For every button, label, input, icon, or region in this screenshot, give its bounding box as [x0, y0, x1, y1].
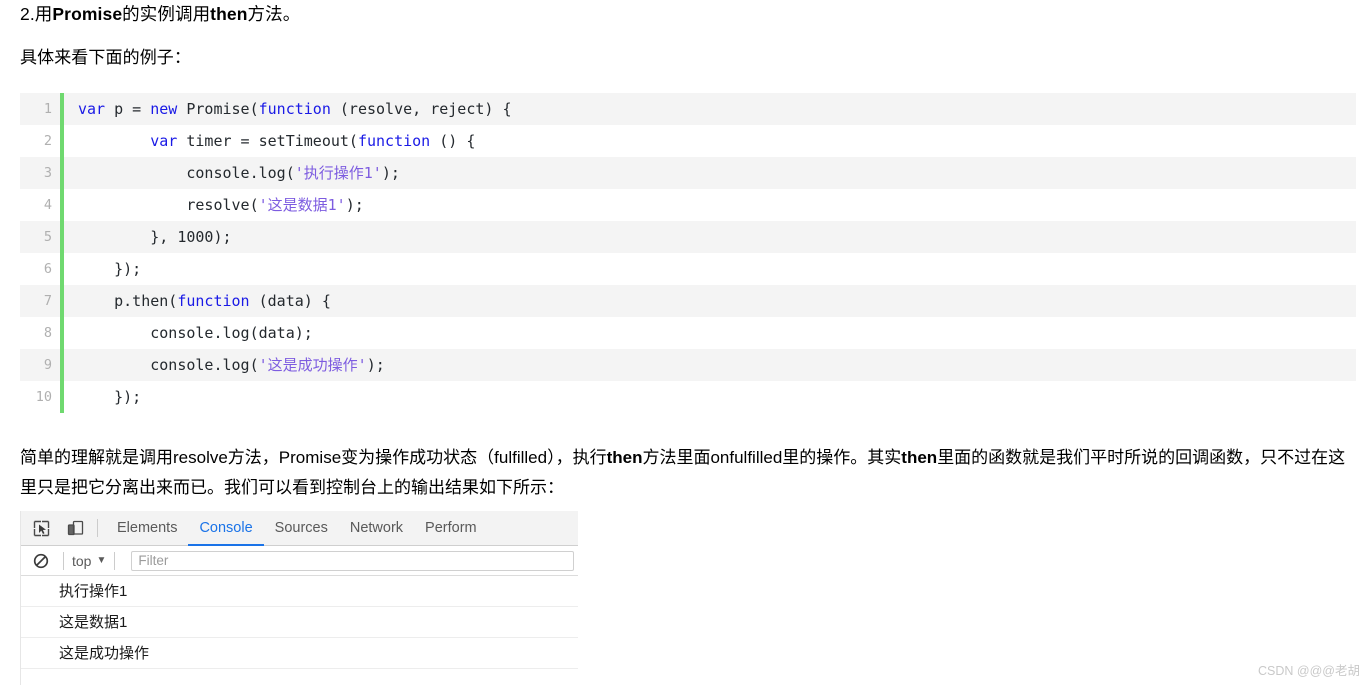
device-toolbar-icon-svg — [67, 520, 83, 535]
console-message: 执行操作1 — [21, 576, 578, 607]
code-line: 8 console.log(data); — [20, 317, 1356, 349]
code-line-number: 10 — [35, 389, 52, 405]
console-filter-placeholder: Filter — [138, 552, 169, 568]
code-token-plain: resolve( — [78, 196, 259, 214]
toolbar-divider — [97, 519, 98, 537]
devtools-tab-network[interactable]: Network — [339, 511, 414, 546]
clear-console-icon-svg — [33, 553, 49, 568]
code-line-number: 2 — [43, 133, 52, 149]
devtools-tab-sources[interactable]: Sources — [264, 511, 339, 546]
code-line: 2 var timer = setTimeout(function () { — [20, 125, 1356, 157]
page-heading: 2.用Promise的实例调用then方法。 — [20, 1, 300, 27]
heading-bold-then: then — [210, 4, 248, 24]
inspect-element-icon[interactable] — [27, 514, 55, 542]
code-line-number: 9 — [43, 357, 52, 373]
device-toolbar-icon[interactable] — [61, 514, 89, 542]
code-line-source: var p = new Promise(function (resolve, r… — [64, 93, 1356, 125]
code-token-plain: (resolve, reject) { — [330, 100, 512, 118]
code-block: 1 var p = new Promise(function (resolve, … — [20, 93, 1356, 413]
devtools-tabs: Elements Console Sources Network Perform — [106, 511, 488, 546]
code-line: 6 }); — [20, 253, 1356, 285]
code-token-str: '这是成功操作' — [258, 356, 367, 374]
devtools-tab-perform[interactable]: Perform — [414, 511, 488, 546]
paragraph-bold-then-1: then — [606, 448, 643, 467]
code-token-plain: console.log(data); — [78, 324, 313, 342]
code-line: 3 console.log('执行操作1'); — [20, 157, 1356, 189]
code-token-str: '这是数据1' — [258, 196, 346, 214]
code-line-source: }, 1000); — [64, 221, 1356, 253]
code-line-number: 6 — [43, 261, 52, 277]
heading-prefix: 2.用 — [20, 4, 53, 24]
code-line: 5 }, 1000); — [20, 221, 1356, 253]
code-line-number: 8 — [43, 325, 52, 341]
code-token-kw: new — [150, 100, 178, 118]
console-message: 这是数据1 — [21, 607, 578, 638]
code-token-plain: p.then( — [78, 292, 178, 310]
code-line-source: console.log(data); — [64, 317, 1356, 349]
code-line: 9 console.log('这是成功操作'); — [20, 349, 1356, 381]
paragraph-bold-then-2: then — [901, 448, 938, 467]
code-line: 4 resolve('这是数据1'); — [20, 189, 1356, 221]
code-token-plain: }, 1000); — [78, 228, 232, 246]
code-token-plain: timer = setTimeout( — [177, 132, 358, 150]
code-line-number: 1 — [43, 101, 52, 117]
code-line: 7 p.then(function (data) { — [20, 285, 1356, 317]
console-message-list: 执行操作1 这是数据1 这是成功操作 — [21, 576, 578, 669]
explanation-paragraph: 简单的理解就是调用resolve方法，Promise变为操作成功状态（fulfi… — [20, 443, 1360, 503]
code-token-plain: Promise( — [177, 100, 259, 118]
code-line-source: console.log('执行操作1'); — [64, 157, 1356, 189]
code-token-kw: var — [78, 100, 106, 118]
code-line-number: 7 — [43, 293, 52, 309]
paragraph-part-2: 方法里面onfulfilled里的操作。其实 — [642, 448, 902, 467]
inspect-element-icon-svg — [33, 520, 49, 536]
heading-mid: 的实例调用 — [122, 4, 211, 24]
clear-console-icon[interactable] — [27, 547, 55, 575]
code-token-plain: ); — [345, 196, 364, 214]
code-token-plain: p = — [105, 100, 151, 118]
code-line-number: 4 — [43, 197, 52, 213]
chevron-down-icon: ▼ — [96, 555, 107, 566]
devtools-tab-console[interactable]: Console — [188, 511, 264, 546]
code-token-plain: console.log( — [78, 356, 259, 374]
devtools-panel: Elements Console Sources Network Perform top… — [20, 511, 578, 685]
code-token-plain: }); — [78, 388, 142, 406]
code-line-source: p.then(function (data) { — [64, 285, 1356, 317]
devtools-tab-bar: Elements Console Sources Network Perform — [21, 511, 578, 546]
code-line-source: resolve('这是数据1'); — [64, 189, 1356, 221]
console-context-selector[interactable]: top ▼ — [72, 553, 106, 569]
code-line-source: var timer = setTimeout(function () { — [64, 125, 1356, 157]
code-line-number: 3 — [43, 165, 52, 181]
code-token-plain: (data) { — [249, 292, 331, 310]
subheading: 具体来看下面的例子： — [20, 48, 191, 67]
code-line: 1 var p = new Promise(function (resolve, … — [20, 93, 1356, 125]
code-line-source: console.log('这是成功操作'); — [64, 349, 1356, 381]
console-message: 这是成功操作 — [21, 638, 578, 669]
devtools-filter-bar: top ▼ Filter — [21, 546, 578, 576]
heading-bold-promise: Promise — [52, 4, 123, 24]
filter-divider-right — [114, 551, 116, 570]
code-line-source: }); — [64, 253, 1356, 285]
code-token-plain: () { — [430, 132, 476, 150]
code-token-kw: function — [357, 132, 431, 150]
watermark: CSDN @@@老胡 — [1258, 664, 1360, 678]
code-line: 10 }); — [20, 381, 1356, 413]
heading-suffix: 方法。 — [247, 4, 301, 24]
code-line-source: }); — [64, 381, 1356, 413]
paragraph-part-1: 简单的理解就是调用resolve方法，Promise变为操作成功状态（fulfi… — [20, 448, 607, 467]
console-filter-input[interactable]: Filter — [131, 550, 574, 571]
code-token-plain: ); — [381, 164, 400, 182]
code-token-plain: }); — [78, 260, 142, 278]
code-token-plain: console.log( — [78, 164, 295, 182]
devtools-tab-elements[interactable]: Elements — [106, 511, 188, 546]
code-token-plain: ); — [366, 356, 385, 374]
code-token-kw: function — [177, 292, 250, 310]
console-context-label: top — [72, 552, 92, 569]
code-token-kw: function — [258, 100, 331, 118]
code-token-kw: var — [150, 132, 178, 150]
filter-divider-left — [63, 551, 64, 570]
code-token-str: '执行操作1' — [294, 164, 382, 182]
code-line-number: 5 — [43, 229, 52, 245]
